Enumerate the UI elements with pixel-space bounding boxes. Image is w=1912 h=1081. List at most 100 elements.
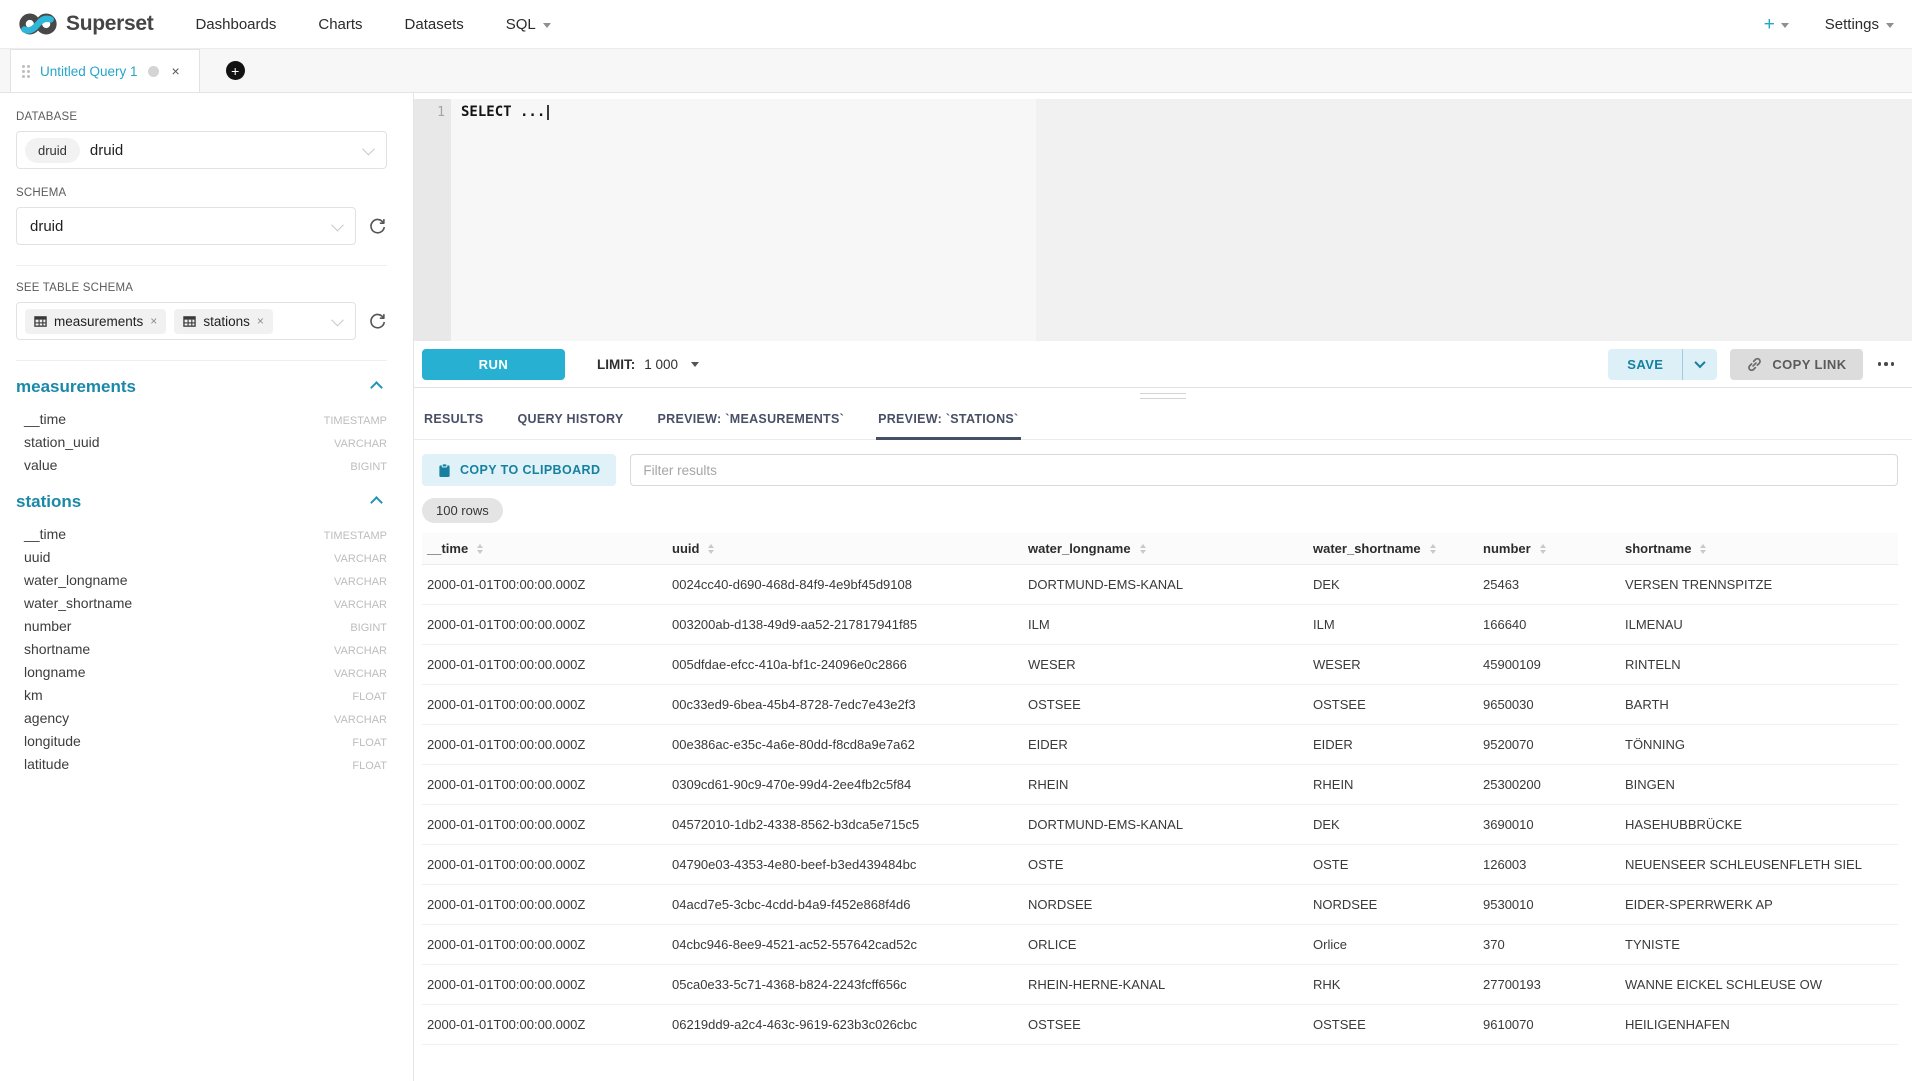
schema-column-row: __time TIMESTAMP: [16, 407, 387, 430]
table-row: 2000-01-01T00:00:00.000Z04acd7e5-3cbc-4c…: [422, 885, 1898, 925]
schema-column-type: FLOAT: [352, 737, 387, 749]
results-table: __time uuid water_longname water_shortna…: [422, 533, 1898, 1045]
table-cell: 166640: [1478, 605, 1620, 645]
table-cell: 25300200: [1478, 765, 1620, 805]
schema-column-row: latitude FLOAT: [16, 752, 387, 775]
superset-logo[interactable]: Superset: [18, 11, 153, 37]
nav-item[interactable]: Dashboards: [195, 16, 276, 33]
table-cell: OSTE: [1308, 845, 1478, 885]
schema-select[interactable]: druid: [16, 207, 356, 245]
copy-to-clipboard-label: COPY TO CLIPBOARD: [460, 463, 600, 477]
plus-icon: +: [1764, 15, 1775, 34]
table-cell: ILM: [1023, 605, 1308, 645]
nav-item-label: Datasets: [405, 16, 464, 33]
table-schema-select[interactable]: measurements × stations ×: [16, 302, 356, 340]
save-button[interactable]: SAVE: [1608, 349, 1682, 380]
limit-dropdown[interactable]: LIMIT: 1 000: [597, 357, 699, 372]
table-schema-field: SEE TABLE SCHEMA measurements × stations…: [16, 282, 387, 340]
table-cell: 2000-01-01T00:00:00.000Z: [422, 565, 667, 605]
close-icon[interactable]: ×: [150, 315, 157, 327]
table-cell: 00c33ed9-6bea-45b4-8728-7edc7e43e2f3: [667, 685, 1023, 725]
caret-down-icon: [1781, 23, 1789, 28]
schema-column-row: longname VARCHAR: [16, 660, 387, 683]
nav-item[interactable]: Datasets: [405, 16, 464, 33]
table-cell: DEK: [1308, 565, 1478, 605]
schema-label: SCHEMA: [16, 187, 387, 199]
close-icon[interactable]: ×: [169, 62, 183, 80]
database-select[interactable]: druid druid: [16, 131, 387, 169]
refresh-icon: [368, 312, 387, 331]
run-button[interactable]: RUN: [422, 349, 565, 380]
schema-column-type: FLOAT: [352, 760, 387, 772]
column-header[interactable]: __time: [422, 533, 667, 565]
results-tab[interactable]: PREVIEW: `MEASUREMENTS`: [656, 412, 847, 439]
code-area[interactable]: SELECT ...: [451, 99, 1912, 341]
table-cell: WESER: [1308, 645, 1478, 685]
top-navbar: Superset Dashboards Charts Datasets SQL …: [0, 0, 1912, 49]
schema-column-row: km FLOAT: [16, 683, 387, 706]
row-count-badge: 100 rows: [422, 498, 503, 523]
refresh-schema-button[interactable]: [368, 217, 387, 236]
table-schema-label: SEE TABLE SCHEMA: [16, 282, 387, 294]
schema-column-row: uuid VARCHAR: [16, 545, 387, 568]
table-cell: 3690010: [1478, 805, 1620, 845]
table-tag[interactable]: stations ×: [174, 309, 273, 334]
table-cell: NORDSEE: [1308, 885, 1478, 925]
chevron-up-icon: [370, 496, 383, 509]
results-table-body: 2000-01-01T00:00:00.000Z0024cc40-d690-46…: [422, 565, 1898, 1045]
column-header[interactable]: uuid: [667, 533, 1023, 565]
nav-item-label: Dashboards: [195, 16, 276, 33]
column-header[interactable]: water_longname: [1023, 533, 1308, 565]
main-area: DATABASE druid druid SCHEMA druid: [0, 93, 1912, 1081]
results-tab[interactable]: QUERY HISTORY: [516, 412, 626, 439]
table-cell: 2000-01-01T00:00:00.000Z: [422, 605, 667, 645]
column-header[interactable]: water_shortname: [1308, 533, 1478, 565]
schema-column-row: value BIGINT: [16, 453, 387, 476]
refresh-icon: [368, 217, 387, 236]
column-header[interactable]: number: [1478, 533, 1620, 565]
resize-grip[interactable]: [1140, 393, 1186, 403]
table-icon: [34, 315, 47, 328]
sql-editor: 1 SELECT ...: [414, 99, 1912, 341]
filter-results-input[interactable]: [630, 454, 1898, 486]
table-cell: RINTELN: [1620, 645, 1898, 685]
nav-right: + Settings: [1764, 15, 1894, 34]
new-tab-button[interactable]: +: [226, 61, 245, 80]
nav-item[interactable]: SQL: [506, 16, 551, 33]
query-status-dot: [148, 66, 159, 77]
editor-gutter: 1: [414, 99, 451, 341]
more-options-button[interactable]: [1876, 358, 1897, 370]
table-cell: NORDSEE: [1023, 885, 1308, 925]
query-tab[interactable]: Untitled Query 1 ×: [10, 49, 200, 92]
copy-link-button[interactable]: COPY LINK: [1730, 349, 1862, 380]
nav-item-label: SQL: [506, 16, 536, 33]
copy-to-clipboard-button[interactable]: COPY TO CLIPBOARD: [422, 454, 616, 486]
table-cell: 0024cc40-d690-468d-84f9-4e9bf45d9108: [667, 565, 1023, 605]
results-controls: COPY TO CLIPBOARD: [414, 440, 1912, 486]
table-row: 2000-01-01T00:00:00.000Z00c33ed9-6bea-45…: [422, 685, 1898, 725]
nav-menu: Dashboards Charts Datasets SQL: [195, 16, 550, 33]
save-options-button[interactable]: [1682, 349, 1717, 380]
refresh-tables-button[interactable]: [368, 312, 387, 331]
chevron-down-icon: [362, 142, 375, 155]
badge-row: 100 rows: [414, 486, 1912, 523]
results-tab[interactable]: RESULTS: [422, 412, 486, 439]
results-tab[interactable]: PREVIEW: `STATIONS`: [876, 412, 1020, 439]
settings-menu[interactable]: Settings: [1825, 16, 1894, 33]
nav-item[interactable]: Charts: [318, 16, 362, 33]
schema-table-name: measurements: [16, 377, 136, 397]
table-cell: 126003: [1478, 845, 1620, 885]
new-item-menu[interactable]: +: [1764, 15, 1789, 34]
drag-handle-icon[interactable]: [22, 65, 30, 78]
table-cell: OSTSEE: [1023, 1005, 1308, 1045]
column-header-label: __time: [427, 541, 468, 556]
table-cell: OSTSEE: [1308, 685, 1478, 725]
schema-table-header[interactable]: measurements: [16, 377, 387, 397]
table-tag[interactable]: measurements ×: [25, 309, 166, 334]
schema-table-header[interactable]: stations: [16, 492, 387, 512]
column-header[interactable]: shortname: [1620, 533, 1898, 565]
close-icon[interactable]: ×: [257, 315, 264, 327]
table-cell: 9520070: [1478, 725, 1620, 765]
results-tabs: RESULTS QUERY HISTORY PREVIEW: `MEASUREM…: [414, 403, 1912, 440]
table-cell: 9610070: [1478, 1005, 1620, 1045]
